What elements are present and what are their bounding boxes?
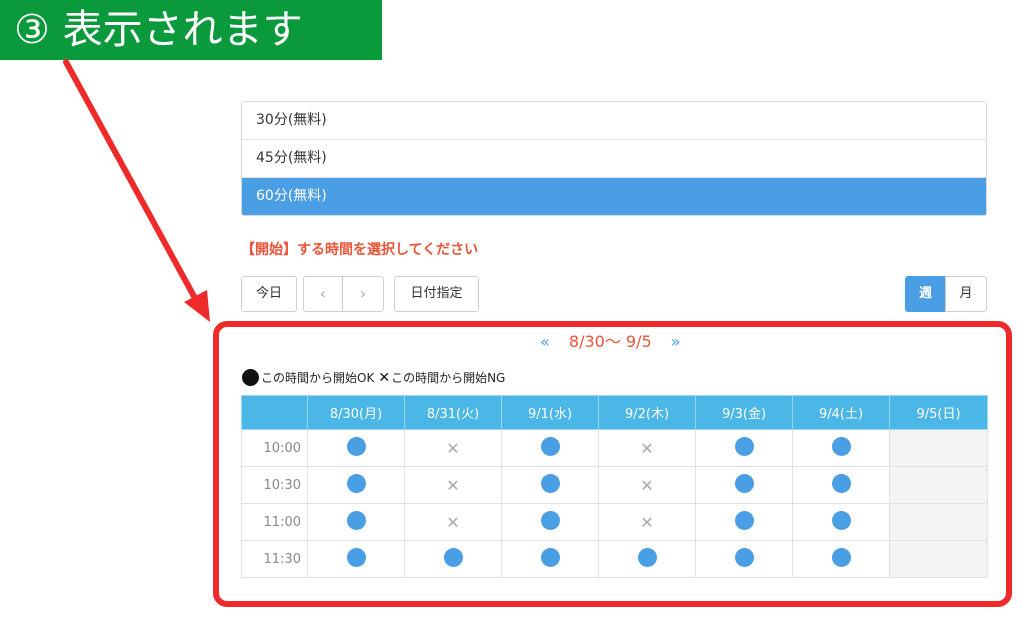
table-row: 10:30 ✕ ✕ xyxy=(241,466,988,504)
available-dot-icon[interactable] xyxy=(346,436,366,456)
range-nav: « 8/30〜 9/5 » xyxy=(540,328,681,352)
day-column-header: 9/1(水) xyxy=(501,395,599,430)
slot-available[interactable] xyxy=(404,540,502,578)
unavailable-x-icon: ✕ xyxy=(640,512,654,532)
unavailable-x-icon: ✕ xyxy=(640,475,654,495)
slot-available[interactable] xyxy=(501,540,599,578)
table-row: 11:00 ✕ ✕ xyxy=(241,503,988,541)
time-label: 11:30 xyxy=(241,540,308,578)
slot-available[interactable] xyxy=(792,429,890,467)
slot-available[interactable] xyxy=(501,466,599,504)
slot-available[interactable] xyxy=(792,466,890,504)
day-column-header: 9/3(金) xyxy=(695,395,793,430)
slot-unavailable: ✕ xyxy=(404,429,502,467)
duration-option-30[interactable]: 30分(無料) xyxy=(242,102,986,140)
available-dot-icon[interactable] xyxy=(346,510,366,530)
available-dot-icon[interactable] xyxy=(734,510,754,530)
slot-available[interactable] xyxy=(598,540,696,578)
week-view-button[interactable]: 週 xyxy=(905,276,946,312)
prev-range-link[interactable]: « xyxy=(540,332,550,351)
slot-unavailable: ✕ xyxy=(404,503,502,541)
slot-available[interactable] xyxy=(695,503,793,541)
date-range-label: 8/30〜 9/5 xyxy=(568,332,652,351)
available-dot-icon[interactable] xyxy=(540,436,560,456)
time-label: 10:30 xyxy=(241,466,308,504)
unavailable-x-icon: ✕ xyxy=(446,438,460,458)
available-dot-icon[interactable] xyxy=(734,473,754,493)
prev-week-button[interactable]: ‹ xyxy=(303,276,343,312)
unavailable-x-icon: ✕ xyxy=(446,512,460,532)
day-column-header: 8/31(火) xyxy=(404,395,502,430)
slot-available[interactable] xyxy=(307,503,405,541)
slot-unavailable: ✕ xyxy=(598,466,696,504)
today-button[interactable]: 今日 xyxy=(241,276,297,312)
unavailable-x-icon: ✕ xyxy=(640,438,654,458)
unavailable-x-icon: ✕ xyxy=(378,369,391,386)
available-dot-icon[interactable] xyxy=(540,473,560,493)
chevron-right-icon: › xyxy=(359,284,367,303)
available-dot-icon[interactable] xyxy=(540,547,560,567)
slot-available[interactable] xyxy=(695,540,793,578)
schedule-table: 8/30(月) 8/31(火) 9/1(水) 9/2(木) 9/3(金) 9/4… xyxy=(241,395,988,578)
next-range-link[interactable]: » xyxy=(671,332,681,351)
available-dot-icon[interactable] xyxy=(831,547,851,567)
next-week-button[interactable]: › xyxy=(342,276,384,312)
slot-closed xyxy=(889,466,988,504)
legend-ok-text: この時間から開始OK xyxy=(261,371,375,385)
day-column-header: 9/2(木) xyxy=(598,395,696,430)
instruction-text: 【開始】する時間を選択してください xyxy=(241,242,479,258)
duration-list: 30分(無料) 45分(無料) 60分(無料) xyxy=(241,101,987,216)
slot-available[interactable] xyxy=(792,503,890,541)
unavailable-x-icon: ✕ xyxy=(446,475,460,495)
day-column-header: 9/4(土) xyxy=(792,395,890,430)
table-row: 10:00 ✕ ✕ xyxy=(241,429,988,467)
table-row: 11:30 xyxy=(241,540,988,578)
chevron-left-icon: ‹ xyxy=(319,284,327,303)
available-dot-icon[interactable] xyxy=(831,436,851,456)
slot-unavailable: ✕ xyxy=(404,466,502,504)
schedule-header-row: 8/30(月) 8/31(火) 9/1(水) 9/2(木) 9/3(金) 9/4… xyxy=(241,395,988,430)
duration-option-45[interactable]: 45分(無料) xyxy=(242,140,986,178)
time-label: 10:00 xyxy=(241,429,308,467)
date-picker-button[interactable]: 日付指定 xyxy=(394,276,479,312)
slot-available[interactable] xyxy=(792,540,890,578)
available-dot-icon[interactable] xyxy=(637,547,657,567)
day-column-header: 8/30(月) xyxy=(307,395,405,430)
legend: この時間から開始OK ✕ この時間から開始NG xyxy=(242,369,505,386)
time-label: 11:00 xyxy=(241,503,308,541)
available-dot-icon[interactable] xyxy=(346,473,366,493)
available-dot-icon[interactable] xyxy=(540,510,560,530)
duration-option-60[interactable]: 60分(無料) xyxy=(242,178,986,215)
slot-closed xyxy=(889,503,988,541)
available-dot-icon[interactable] xyxy=(831,473,851,493)
step-banner: ③ 表示されます xyxy=(0,0,382,60)
slot-available[interactable] xyxy=(695,429,793,467)
slot-closed xyxy=(889,429,988,467)
slot-available[interactable] xyxy=(695,466,793,504)
slot-closed xyxy=(889,540,988,578)
slot-unavailable: ✕ xyxy=(598,503,696,541)
time-column-header xyxy=(241,395,308,430)
available-dot-icon[interactable] xyxy=(831,510,851,530)
slot-unavailable: ✕ xyxy=(598,429,696,467)
available-dot-icon[interactable] xyxy=(734,547,754,567)
slot-available[interactable] xyxy=(501,503,599,541)
slot-available[interactable] xyxy=(501,429,599,467)
available-dot-icon[interactable] xyxy=(734,436,754,456)
slot-available[interactable] xyxy=(307,466,405,504)
slot-available[interactable] xyxy=(307,429,405,467)
available-dot-icon xyxy=(242,369,259,386)
month-view-button[interactable]: 月 xyxy=(945,276,987,312)
available-dot-icon[interactable] xyxy=(346,547,366,567)
day-column-header: 9/5(日) xyxy=(889,395,988,430)
slot-available[interactable] xyxy=(307,540,405,578)
available-dot-icon[interactable] xyxy=(443,547,463,567)
legend-ng-text: この時間から開始NG xyxy=(391,371,506,385)
